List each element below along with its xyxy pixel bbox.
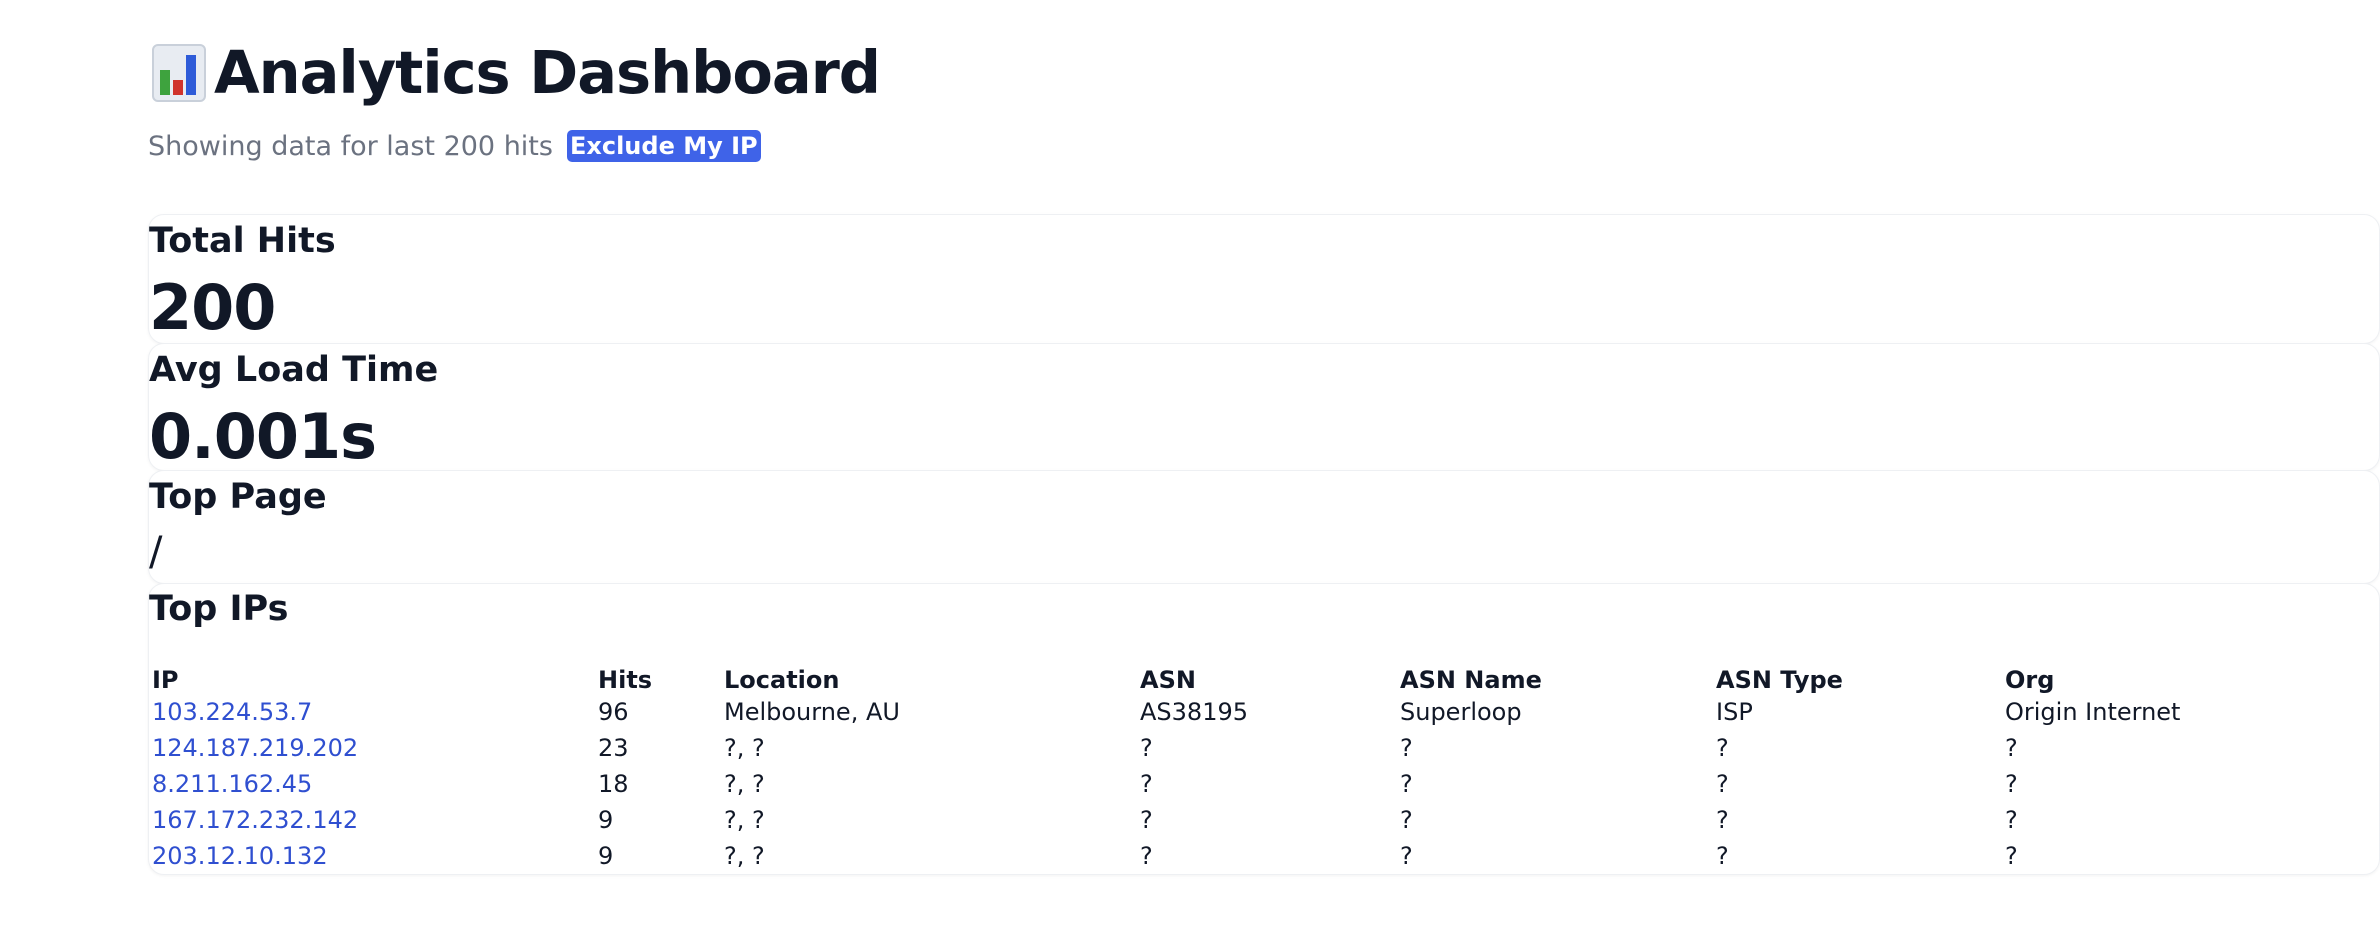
top-ips-title: Top IPs: [149, 589, 289, 629]
location-cell: ?, ?: [724, 806, 765, 834]
asn-type-cell: ?: [1716, 806, 1729, 834]
ip-cell: 203.12.10.132: [149, 838, 595, 874]
table-row: 103.224.53.7 96 Melbourne, AU AS38195 Su…: [149, 694, 2305, 730]
org-cell: ?: [2005, 734, 2018, 762]
table-header-row: IP Hits Location ASN ASN Name ASN Type O…: [149, 658, 2305, 694]
subtitle-row: Showing data for last 200 hits Exclude M…: [148, 130, 761, 162]
asn-type-cell: ?: [1716, 734, 1729, 762]
location-cell: ?, ?: [724, 770, 765, 798]
avg-load-time-value: 0.001s: [149, 400, 377, 473]
total-hits-card: Total Hits 200: [148, 214, 2380, 344]
asn-name-cell: ?: [1400, 770, 1413, 798]
asn-name-cell: Superloop: [1400, 698, 1522, 726]
location-cell: ?, ?: [724, 734, 765, 762]
location-cell: Melbourne, AU: [724, 698, 900, 726]
asn-cell: ?: [1140, 734, 1153, 762]
hits-cell: 9: [598, 806, 614, 834]
asn-cell: AS38195: [1140, 698, 1248, 726]
subtitle-text: Showing data for last 200 hits: [148, 130, 553, 162]
asn-cell: ?: [1140, 770, 1153, 798]
top-page-label: Top Page: [149, 477, 327, 517]
org-cell: ?: [2005, 806, 2018, 834]
hits-cell: 23: [598, 734, 629, 762]
top-ips-table: IP Hits Location ASN ASN Name ASN Type O…: [149, 658, 2305, 874]
hits-cell: 96: [598, 698, 629, 726]
ip-link[interactable]: 8.211.162.45: [152, 770, 312, 798]
top-page-value: /: [149, 529, 163, 575]
column-header-ip: IP: [152, 666, 179, 694]
column-header-location: Location: [724, 666, 840, 694]
title-row: Analytics Dashboard: [152, 38, 881, 108]
ip-link[interactable]: 203.12.10.132: [152, 842, 328, 870]
hits-cell: 9: [598, 842, 614, 870]
table-row: 203.12.10.132 9 ?, ? ? ? ? ?: [149, 838, 2305, 874]
ip-link[interactable]: 103.224.53.7: [152, 698, 312, 726]
location-cell: ?, ?: [724, 842, 765, 870]
asn-type-cell: ?: [1716, 842, 1729, 870]
asn-name-cell: ?: [1400, 806, 1413, 834]
asn-cell: ?: [1140, 806, 1153, 834]
org-cell: ?: [2005, 770, 2018, 798]
ip-cell: 124.187.219.202: [149, 730, 595, 766]
asn-type-cell: ISP: [1716, 698, 1753, 726]
avg-load-time-card: Avg Load Time 0.001s: [148, 343, 2380, 473]
table-row: 124.187.219.202 23 ?, ? ? ? ? ?: [149, 730, 2305, 766]
org-cell: Origin Internet: [2005, 698, 2181, 726]
column-header-org: Org: [2005, 666, 2055, 694]
exclude-my-ip-button[interactable]: Exclude My IP: [566, 130, 761, 162]
table-row: 167.172.232.142 9 ?, ? ? ? ? ?: [149, 802, 2305, 838]
org-cell: ?: [2005, 842, 2018, 870]
column-header-asn-name: ASN Name: [1400, 666, 1542, 694]
ip-cell: 167.172.232.142: [149, 802, 595, 838]
total-hits-value: 200: [149, 271, 276, 344]
column-header-asn: ASN: [1140, 666, 1196, 694]
bar-chart-icon: [152, 44, 206, 102]
asn-name-cell: ?: [1400, 734, 1413, 762]
asn-cell: ?: [1140, 842, 1153, 870]
ip-cell: 103.224.53.7: [149, 694, 595, 730]
column-header-asn-type: ASN Type: [1716, 666, 1843, 694]
table-row: 8.211.162.45 18 ?, ? ? ? ? ?: [149, 766, 2305, 802]
hits-cell: 18: [598, 770, 629, 798]
ip-cell: 8.211.162.45: [149, 766, 595, 802]
asn-type-cell: ?: [1716, 770, 1729, 798]
top-ips-card: Top IPs IP Hits Location ASN ASN Name AS…: [148, 583, 2380, 875]
total-hits-label: Total Hits: [149, 221, 336, 261]
column-header-hits: Hits: [598, 666, 653, 694]
ip-link[interactable]: 124.187.219.202: [152, 734, 358, 762]
avg-load-time-label: Avg Load Time: [149, 350, 439, 390]
asn-name-cell: ?: [1400, 842, 1413, 870]
ip-link[interactable]: 167.172.232.142: [152, 806, 358, 834]
top-page-card: Top Page /: [148, 470, 2380, 584]
page-title: Analytics Dashboard: [214, 38, 881, 107]
